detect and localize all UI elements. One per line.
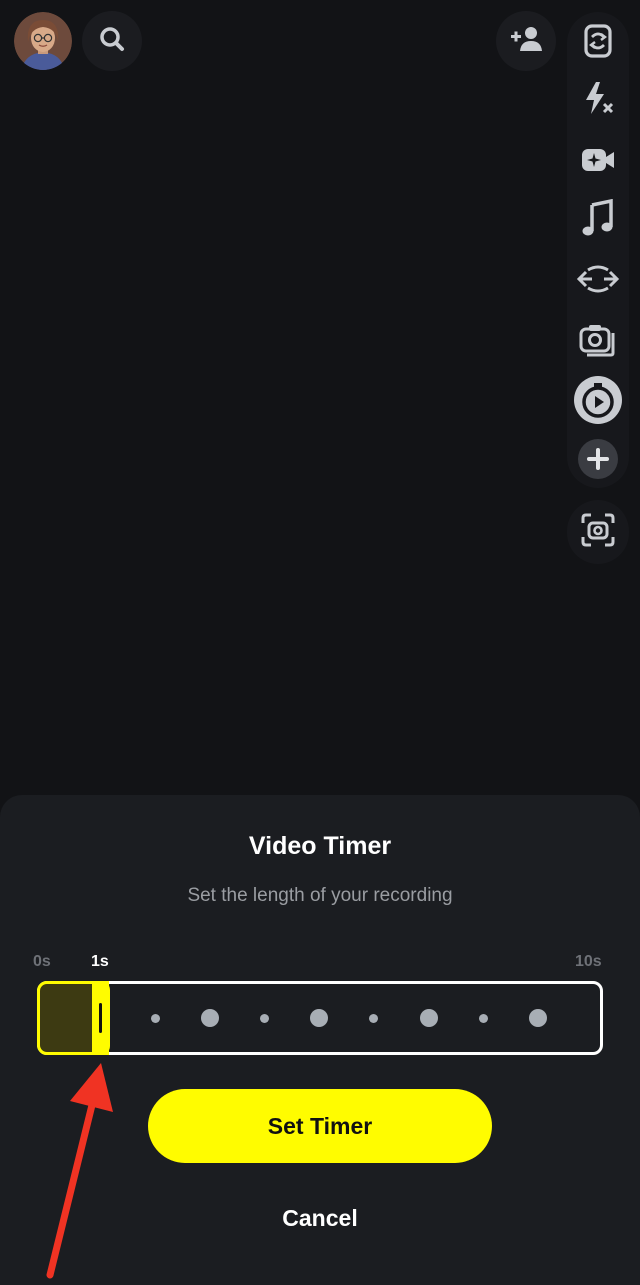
flip-camera-icon (581, 21, 615, 66)
more-tools-button[interactable] (567, 433, 629, 489)
scan-icon (580, 512, 616, 553)
dual-camera-icon (576, 264, 620, 299)
camera-preview[interactable] (0, 0, 640, 800)
add-friend-icon (509, 24, 543, 59)
search-button[interactable] (82, 11, 142, 71)
timer-current-label: 1s (91, 953, 109, 970)
video-effects-button[interactable] (567, 134, 629, 190)
flip-camera-button[interactable] (567, 15, 629, 71)
handle-grip (99, 1003, 102, 1033)
multi-snap-icon (578, 321, 618, 362)
plus-icon (576, 437, 620, 486)
timer-tick-dot (419, 1009, 438, 1027)
flash-off-icon (580, 80, 616, 121)
video-effects-icon (580, 145, 616, 180)
search-icon (98, 25, 126, 58)
timer-min-label: 0s (33, 953, 51, 970)
timer-max-label: 10s (575, 953, 602, 970)
bitmoji-avatar[interactable] (14, 12, 72, 70)
timer-tick-dot (369, 1013, 379, 1023)
timer-tick-dot (150, 1013, 160, 1023)
set-timer-button[interactable]: Set Timer (148, 1089, 492, 1163)
timer-tick-dot (310, 1009, 329, 1027)
multi-snap-button[interactable] (567, 313, 629, 369)
flash-toggle-button[interactable] (567, 72, 629, 128)
timer-icon (572, 374, 624, 431)
timer-tick-dot (259, 1013, 269, 1023)
dual-camera-button[interactable] (567, 253, 629, 309)
music-button[interactable] (567, 193, 629, 249)
scan-button[interactable] (567, 504, 629, 560)
sheet-title: Video Timer (248, 832, 392, 860)
music-icon (581, 198, 615, 244)
video-timer-button[interactable] (567, 374, 629, 430)
timer-tick-dot (478, 1013, 488, 1023)
timer-tick-dot (200, 1009, 219, 1027)
add-friend-button[interactable] (496, 11, 556, 71)
timer-tick-dot (528, 1009, 547, 1027)
sheet-subtitle: Set the length of your recording (187, 885, 453, 906)
cancel-button[interactable]: Cancel (220, 1198, 420, 1238)
